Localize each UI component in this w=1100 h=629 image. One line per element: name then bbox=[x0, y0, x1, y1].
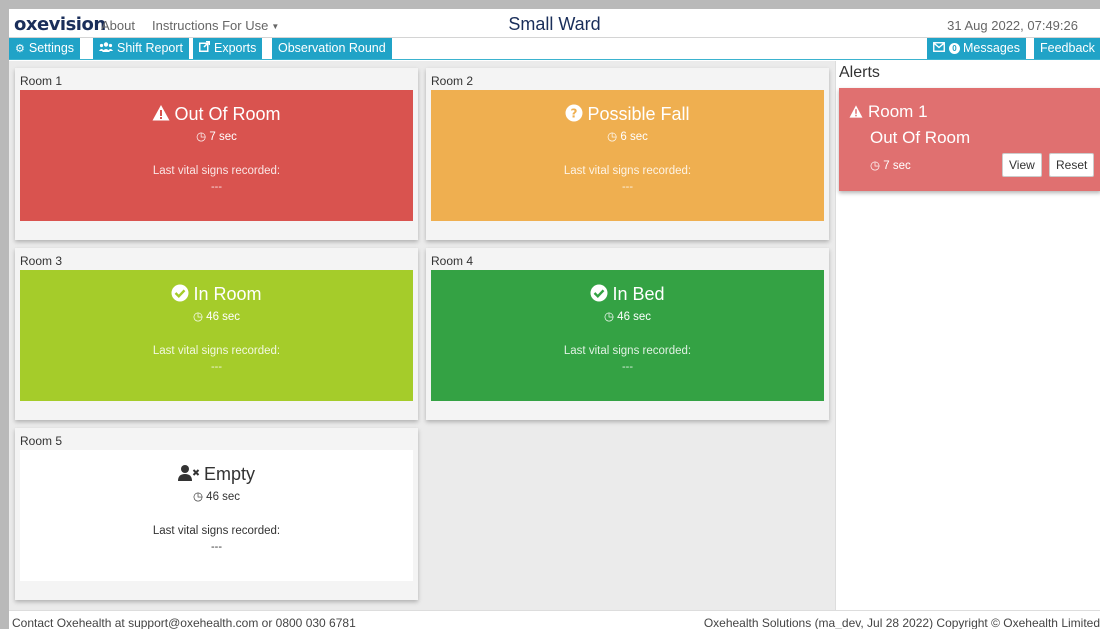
instructions-for-use-label: Instructions For Use bbox=[152, 18, 269, 33]
view-button[interactable]: View bbox=[1002, 153, 1042, 177]
vitals-value: --- bbox=[622, 181, 633, 193]
vitals-label: Last vital signs recorded: bbox=[152, 525, 281, 537]
envelope-icon bbox=[933, 39, 945, 60]
room-card[interactable]: Room 5 Empty ◷ 46 sec Last vital signs r… bbox=[15, 428, 418, 600]
shift-report-button[interactable]: Shift Report bbox=[93, 38, 190, 60]
check-circle-icon bbox=[590, 284, 608, 302]
room-status-label: In Bed bbox=[612, 284, 665, 304]
room-title: Room 4 bbox=[431, 254, 474, 268]
room-title: Room 3 bbox=[20, 254, 63, 268]
vitals-value: --- bbox=[211, 541, 222, 553]
room-elapsed-time: 46 sec bbox=[617, 311, 652, 323]
observation-round-label: Observation Round bbox=[278, 41, 386, 55]
clock-icon: ◷ bbox=[603, 311, 618, 323]
exports-button[interactable]: Exports bbox=[193, 38, 263, 60]
vitals-value: --- bbox=[211, 181, 222, 193]
app-frame: oxevision About Instructions For Use ▼ Sm… bbox=[9, 9, 1100, 629]
cogs-icon: ⚙ bbox=[15, 43, 25, 55]
room-status-label: Empty bbox=[203, 464, 255, 484]
room-status-panel[interactable]: Out Of Room ◷ 7 sec Last vital signs rec… bbox=[20, 90, 413, 221]
user-times-icon bbox=[177, 464, 200, 482]
warning-icon bbox=[152, 104, 170, 122]
room-status-label: Out Of Room bbox=[174, 104, 281, 124]
action-bar: ⚙ Settings Shift Report Exports Observati… bbox=[9, 38, 1100, 60]
room-card[interactable]: Room 2 ? Possible Fall ◷ 6 sec Last vital… bbox=[426, 68, 829, 240]
alert-elapsed-time: 7 sec bbox=[883, 160, 911, 172]
room-title: Room 2 bbox=[431, 74, 474, 88]
room-status-label: In Room bbox=[193, 284, 262, 304]
messages-button[interactable]: 0 Messages bbox=[927, 38, 1026, 59]
room-status-panel[interactable]: ? Possible Fall ◷ 6 sec Last vital signs … bbox=[431, 90, 824, 221]
feedback-label: Feedback bbox=[1040, 41, 1095, 55]
room-elapsed-time: 7 sec bbox=[209, 131, 237, 143]
room-card[interactable]: Room 3 In Room ◷ 46 sec Last vital signs… bbox=[15, 248, 418, 420]
alert-status-label: Out Of Room bbox=[870, 128, 971, 147]
room-card[interactable]: Room 1 Out Of Room ◷ 7 sec Last vital si… bbox=[15, 68, 418, 240]
alert-card[interactable]: Room 1 Out Of Room ◷ 7 sec View Reset bbox=[839, 88, 1100, 191]
vitals-label: Last vital signs recorded: bbox=[152, 345, 281, 357]
messages-label: Messages bbox=[963, 41, 1020, 55]
vitals-label: Last vital signs recorded: bbox=[563, 165, 692, 177]
clock-icon: ◷ bbox=[192, 491, 207, 503]
observation-round-button[interactable]: Observation Round bbox=[272, 38, 392, 59]
settings-button[interactable]: ⚙ Settings bbox=[9, 38, 81, 59]
settings-label: Settings bbox=[28, 41, 75, 55]
feedback-button[interactable]: Feedback bbox=[1034, 38, 1100, 59]
oxevision-logo: oxevision bbox=[14, 14, 106, 35]
clock-icon: ◷ bbox=[196, 131, 210, 143]
room-status-panel[interactable]: In Bed ◷ 46 sec Last vital signs recorde… bbox=[431, 270, 824, 401]
external-link-icon bbox=[199, 39, 211, 60]
vitals-label: Last vital signs recorded: bbox=[563, 345, 692, 357]
question-circle-icon: ? bbox=[565, 104, 583, 122]
clock-icon: ◷ bbox=[192, 311, 207, 323]
reset-button[interactable]: Reset bbox=[1049, 153, 1095, 177]
room-elapsed-time: 6 sec bbox=[620, 131, 648, 143]
shift-report-label: Shift Report bbox=[117, 41, 184, 55]
alerts-panel: Alerts Room 1 Out Of Room ◷ 7 sec View R… bbox=[835, 61, 1100, 610]
room-status-panel[interactable]: In Room ◷ 46 sec Last vital signs record… bbox=[20, 270, 413, 401]
room-status-panel[interactable]: Empty ◷ 46 sec Last vital signs recorded… bbox=[20, 450, 413, 581]
rooms-grid: Room 1 Out Of Room ◷ 7 sec Last vital si… bbox=[9, 61, 835, 610]
clock-icon: ◷ bbox=[870, 160, 884, 172]
contact-info: Contact Oxehealth at support@oxehealth.c… bbox=[12, 616, 356, 629]
current-datetime: 31 Aug 2022, 07:49:26 bbox=[947, 18, 1078, 33]
room-card[interactable]: Room 4 In Bed ◷ 46 sec Last vital signs … bbox=[426, 248, 829, 420]
room-elapsed-time: 46 sec bbox=[206, 491, 241, 503]
room-elapsed-time: 46 sec bbox=[206, 311, 241, 323]
instructions-for-use-menu[interactable]: Instructions For Use ▼ bbox=[152, 18, 279, 33]
room-title: Room 1 bbox=[20, 74, 63, 88]
clock-icon: ◷ bbox=[607, 131, 621, 143]
check-circle-icon bbox=[171, 284, 189, 302]
alerts-title: Alerts bbox=[839, 64, 880, 81]
room-status-label: Possible Fall bbox=[587, 104, 690, 124]
vitals-value: --- bbox=[211, 361, 222, 373]
vitals-label: Last vital signs recorded: bbox=[152, 165, 281, 177]
copyright-notice: Oxehealth Solutions (ma_dev, Jul 28 2022… bbox=[703, 616, 1100, 629]
exports-label: Exports bbox=[214, 41, 257, 55]
about-link[interactable]: About bbox=[101, 18, 135, 33]
caret-down-icon: ▼ bbox=[271, 22, 280, 32]
room-title: Room 5 bbox=[20, 434, 63, 448]
alert-room-label: Room 1 bbox=[868, 102, 928, 121]
warning-icon bbox=[849, 102, 868, 121]
footer: Contact Oxehealth at support@oxehealth.c… bbox=[9, 610, 1100, 629]
vitals-value: --- bbox=[622, 361, 633, 373]
messages-count-badge: 0 bbox=[949, 43, 960, 54]
users-icon bbox=[99, 39, 113, 60]
top-bar: oxevision About Instructions For Use ▼ Sm… bbox=[9, 9, 1100, 38]
svg-text:?: ? bbox=[571, 107, 578, 121]
